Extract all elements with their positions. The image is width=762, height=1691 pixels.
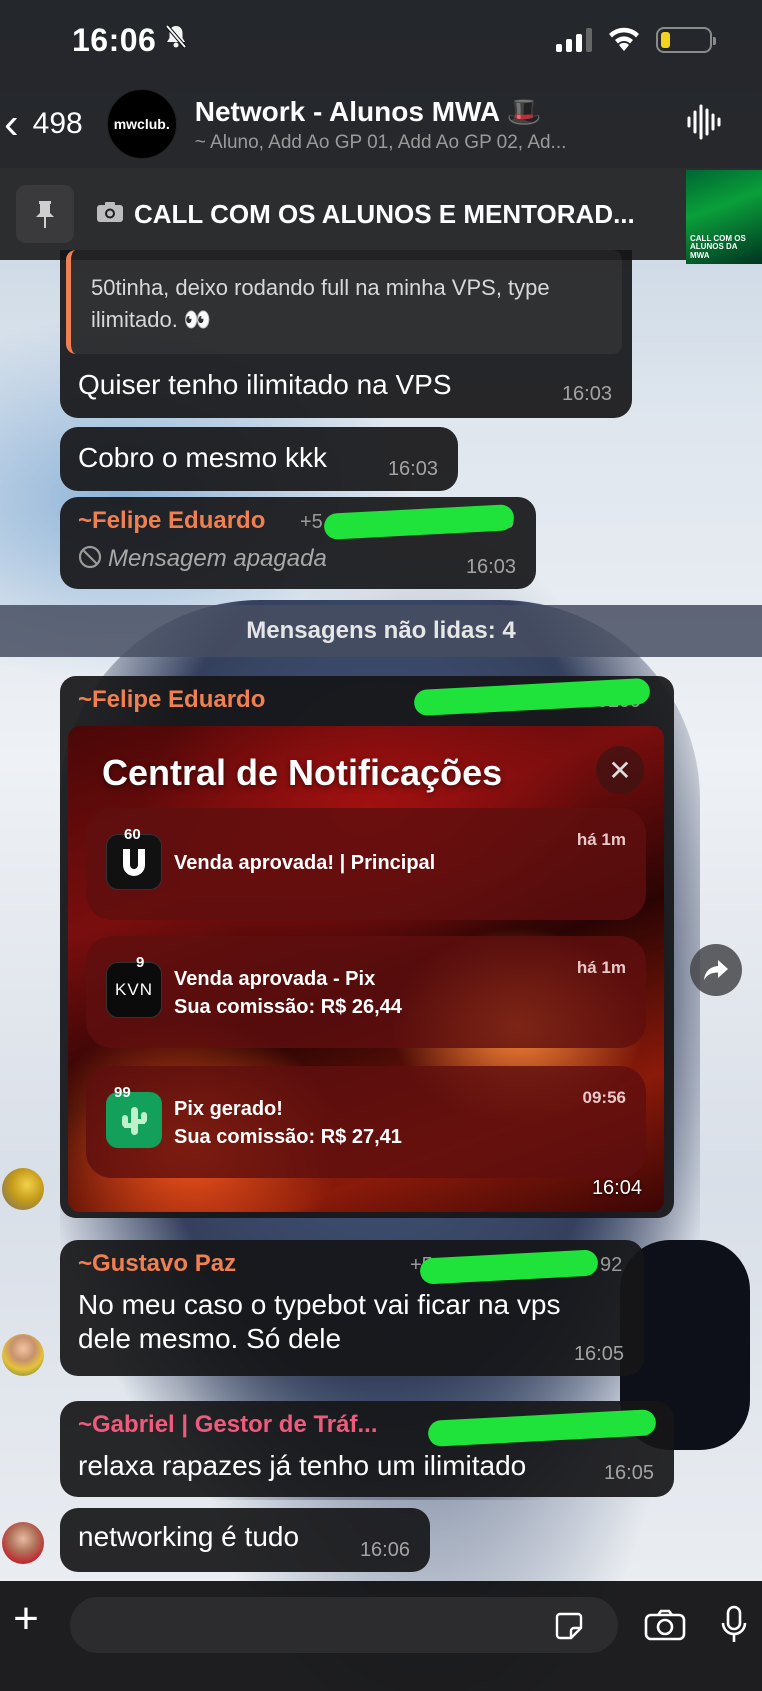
unread-chats-count: 498 <box>32 107 83 140</box>
message-text: relaxa rapazes já tenho um ilimitado <box>78 1450 527 1481</box>
notification-time: há 1m <box>576 830 626 849</box>
quoted-message-text: 50tinha, deixo rodando full na minha VPS… <box>91 275 550 332</box>
deleted-message-text: Mensagem apagada <box>108 545 327 572</box>
notification-center-title: Central de Notificações <box>102 752 503 793</box>
sender-name[interactable]: ~Felipe Eduardo <box>78 507 265 535</box>
message-input-bar: + <box>0 1581 762 1691</box>
sender-name[interactable]: ~Felipe Eduardo <box>78 686 265 714</box>
pinned-message-bar[interactable]: CALL COM OS ALUNOS E MENTORAD... CALL CO… <box>0 168 762 264</box>
message-bubble[interactable]: ~Gustavo Paz +5 92 No meu caso o typebot… <box>60 1240 644 1376</box>
app-kvn-label: KVN <box>115 980 153 999</box>
status-bar: 16:06 <box>0 0 762 80</box>
notification-badge: 60 <box>124 826 141 843</box>
message-text: Cobro o mesmo kkk <box>78 442 327 473</box>
avatar[interactable] <box>2 1522 44 1564</box>
plus-icon[interactable]: + <box>6 1597 46 1641</box>
message-text: networking é tudo <box>78 1521 300 1552</box>
message-bubble[interactable]: 50tinha, deixo rodando full na minha VPS… <box>60 250 632 418</box>
quoted-message[interactable]: 50tinha, deixo rodando full na minha VPS… <box>66 250 622 354</box>
sender-phone: +5 <box>300 511 323 533</box>
camera-icon <box>96 199 124 230</box>
pinned-thumbnail[interactable]: CALL COM OS ALUNOS DA MWA <box>686 170 762 264</box>
notification-card: 99 Pix gerado! Sua comissão: R$ 27,41 09… <box>86 1066 646 1178</box>
sender-name[interactable]: ~Gabriel | Gestor de Tráf... <box>78 1411 377 1439</box>
notification-card: 60 Venda aprovada! | Principal há 1m <box>86 808 646 920</box>
redaction-mark <box>419 1249 599 1285</box>
message-bubble[interactable]: ~Felipe Eduardo +5 8109 Mensagem apagada… <box>60 497 536 589</box>
notification-screenshot-image[interactable]: Central de Notificações ✕ 60 Venda aprov… <box>68 726 664 1212</box>
notification-title: Pix gerado! <box>174 1098 283 1120</box>
avatar[interactable] <box>2 1168 44 1210</box>
message-bubble[interactable]: ~Gabriel | Gestor de Tráf... relaxa rapa… <box>60 1401 674 1497</box>
chat-info[interactable]: Network - Alunos MWA 🎩 ~ Aluno, Add Ao G… <box>195 95 635 154</box>
message-time: 16:03 <box>465 556 516 578</box>
group-avatar[interactable]: mwclub. <box>106 89 177 159</box>
unread-messages-divider: Mensagens não lidas: 4 <box>0 605 762 657</box>
prohibited-icon <box>78 545 102 574</box>
camera-icon[interactable] <box>644 1609 686 1646</box>
message-text: Quiser tenho ilimitado na VPS <box>78 369 452 400</box>
notification-time: 09:56 <box>582 1088 626 1107</box>
message-bubble[interactable]: Cobro o mesmo kkk 16:03 <box>60 427 458 491</box>
bell-muted-icon <box>164 24 188 57</box>
message-time: 16:05 <box>603 1462 654 1484</box>
notification-subtitle: Sua comissão: R$ 26,44 <box>174 996 402 1018</box>
group-avatar-text: mwclub. <box>113 116 170 132</box>
battery-icon <box>656 27 716 53</box>
message-time: 16:05 <box>573 1343 624 1365</box>
unread-divider-text: Mensagens não lidas: 4 <box>246 617 516 644</box>
notification-time: há 1m <box>576 958 626 977</box>
microphone-icon[interactable] <box>720 1605 748 1650</box>
message-bubble[interactable]: networking é tudo 16:06 <box>60 1508 430 1572</box>
redaction-mark <box>427 1409 657 1447</box>
sticker-icon[interactable] <box>554 1611 584 1646</box>
forward-icon <box>704 960 728 980</box>
chat-members: ~ Aluno, Add Ao GP 01, Add Ao GP 02, Ad.… <box>194 131 567 153</box>
pin-icon <box>16 185 74 243</box>
redaction-mark <box>323 504 515 540</box>
battery-level <box>661 32 671 48</box>
notification-badge: 99 <box>114 1084 131 1101</box>
pinned-message-text: CALL COM OS ALUNOS E MENTORAD... <box>96 199 635 230</box>
app-kvn-icon: KVN <box>106 962 162 1018</box>
close-icon: ✕ <box>596 746 644 794</box>
chat-header: ‹ 498 mwclub. Network - Alunos MWA 🎩 ~ A… <box>0 80 762 168</box>
message-time: 16:03 <box>561 383 612 405</box>
notification-subtitle: Sua comissão: R$ 27,41 <box>174 1126 402 1148</box>
notification-badge: 9 <box>136 954 145 971</box>
chevron-left-icon: ‹ <box>4 99 19 148</box>
chat-title: Network - Alunos MWA 🎩 <box>194 95 542 127</box>
notification-card: KVN 9 Venda aprovada - Pix Sua comissão:… <box>86 936 646 1048</box>
message-text: No meu caso o typebot vai ficar na vps d… <box>78 1289 561 1354</box>
pinned-text: CALL COM OS ALUNOS E MENTORAD... <box>134 198 635 229</box>
sender-name[interactable]: ~Gustavo Paz <box>78 1250 236 1278</box>
notification-title: Venda aprovada - Pix <box>174 968 376 990</box>
voice-chat-icon[interactable] <box>686 102 722 147</box>
pinned-thumbnail-caption: CALL COM OS ALUNOS DA MWA <box>690 233 746 260</box>
back-button[interactable]: ‹ 498 <box>4 102 83 146</box>
notification-title: Venda aprovada! | Principal <box>174 852 436 874</box>
forward-button[interactable] <box>690 944 742 996</box>
cellular-signal-icon <box>556 28 592 52</box>
message-time: 16:06 <box>359 1539 410 1561</box>
message-time: 16:03 <box>387 458 438 480</box>
message-time: 16:04 <box>591 1177 642 1199</box>
avatar[interactable] <box>2 1334 44 1376</box>
wifi-icon <box>606 27 642 53</box>
sender-phone-tail: 92 <box>600 1254 623 1276</box>
status-time: 16:06 <box>72 21 157 58</box>
message-input[interactable] <box>70 1597 618 1653</box>
